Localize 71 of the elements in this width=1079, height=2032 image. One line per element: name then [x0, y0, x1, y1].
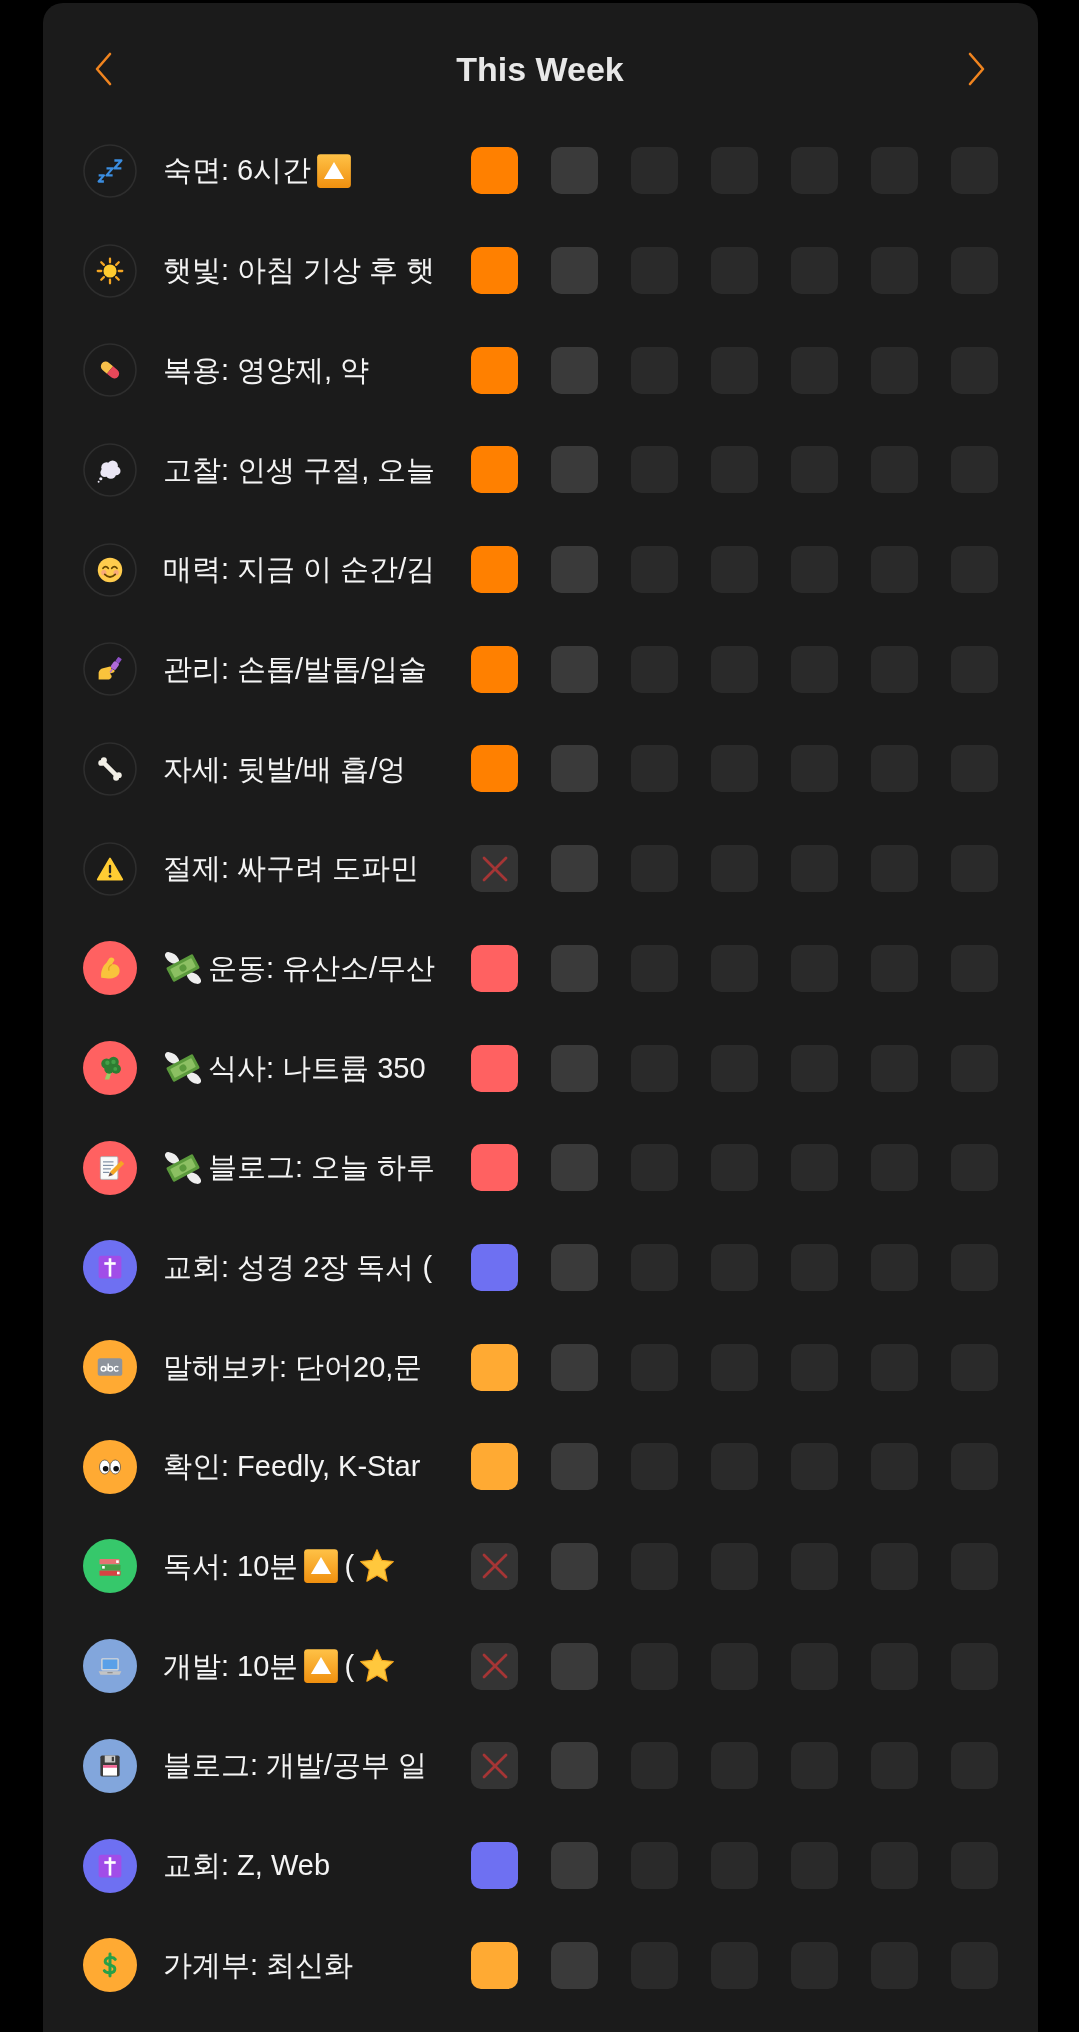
day-toggle[interactable] [551, 1044, 598, 1092]
habit-label: 숙면: 6시간 [163, 153, 312, 189]
day-toggle[interactable] [471, 1343, 518, 1391]
chevron-left-icon [94, 52, 112, 86]
day-toggle[interactable] [551, 1642, 598, 1690]
day-toggle[interactable] [551, 1343, 598, 1391]
chevron-right-icon [968, 52, 986, 86]
habit-label: 식사: 나트륨 350 [208, 1050, 426, 1086]
habit-label: 햇빛: 아침 기상 후 햇 [163, 253, 436, 288]
cross-mark-icon [480, 1552, 509, 1581]
day-toggle[interactable] [551, 446, 598, 494]
day-toggle[interactable] [471, 446, 518, 494]
day-toggle[interactable] [471, 845, 518, 893]
day-toggle[interactable] [551, 1144, 598, 1192]
day-toggle[interactable] [471, 1144, 518, 1192]
habit-label: 관리: 손톱/발톱/입술 [163, 651, 428, 687]
habit-label: 자세: 뒷발/배 흡/엉 [163, 751, 407, 787]
day-toggle[interactable] [551, 1243, 598, 1291]
money-with-wings-icon [163, 1149, 203, 1186]
day-toggle[interactable] [551, 1742, 598, 1790]
day-toggle[interactable] [471, 745, 518, 793]
habit-label: ( [344, 1648, 355, 1684]
habit-label: 확인: Feedly, K-Star [163, 1449, 421, 1485]
day-toggle[interactable] [471, 247, 518, 295]
day-toggle[interactable] [471, 546, 518, 594]
habit-label: 교회: Z, Web [163, 1848, 331, 1883]
day-toggle[interactable] [551, 944, 598, 992]
habit-label: 독서: 10분 [163, 1549, 299, 1584]
habit-label: 고찰: 인생 구절, 오늘 [163, 452, 436, 488]
habit-label: 블로그: 오늘 하루 [208, 1150, 436, 1186]
day-toggle[interactable] [551, 546, 598, 594]
day-toggle[interactable] [551, 1542, 598, 1590]
day-toggle[interactable] [551, 1941, 598, 1989]
habit-label: 블로그: 개발/공부 일 [163, 1748, 428, 1784]
star-icon [359, 1648, 396, 1685]
day-toggle[interactable] [471, 1842, 518, 1890]
habit-label: 가계부: 최신화 [163, 1947, 354, 1983]
day-toggle[interactable] [471, 346, 518, 394]
day-toggle[interactable] [471, 1443, 518, 1491]
habit-label: 복용: 영양제, 약 [163, 352, 370, 388]
cross-mark-icon [480, 854, 509, 883]
money-with-wings-icon [163, 1050, 203, 1087]
day-toggle[interactable] [551, 1443, 598, 1491]
habit-label: 매력: 지금 이 순간/김 [163, 552, 436, 587]
day-toggle[interactable] [471, 1044, 518, 1092]
day-toggle[interactable] [471, 1941, 518, 1989]
day-toggle[interactable] [551, 346, 598, 394]
star-icon [359, 1548, 396, 1585]
day-toggle[interactable] [471, 1742, 518, 1790]
week-title: This Week [456, 48, 624, 90]
habit-label: 교회: 성경 2장 독서 ( [163, 1250, 433, 1285]
cross-mark-icon [480, 1751, 509, 1780]
day-toggle[interactable] [551, 745, 598, 793]
day-toggle[interactable] [471, 147, 518, 195]
day-toggle[interactable] [471, 1243, 518, 1291]
day-toggle[interactable] [551, 247, 598, 295]
day-toggle[interactable] [551, 1842, 598, 1890]
habit-label: 말해보카: 단어20,문 [163, 1349, 423, 1385]
day-toggle[interactable] [471, 645, 518, 693]
day-toggle[interactable] [471, 1642, 518, 1690]
habit-label: 개발: 10분 [163, 1648, 299, 1684]
day-toggle[interactable] [471, 1542, 518, 1590]
money-with-wings-icon [163, 950, 203, 987]
day-toggle[interactable] [551, 147, 598, 195]
day-toggle[interactable] [471, 944, 518, 992]
habit-label: 운동: 유산소/무산 [208, 950, 436, 986]
habit-label: ( [344, 1549, 355, 1584]
habit-label: 절제: 싸구려 도파민 [163, 851, 420, 887]
cross-mark-icon [480, 1652, 509, 1681]
day-toggle[interactable] [551, 645, 598, 693]
day-toggle[interactable] [551, 845, 598, 893]
